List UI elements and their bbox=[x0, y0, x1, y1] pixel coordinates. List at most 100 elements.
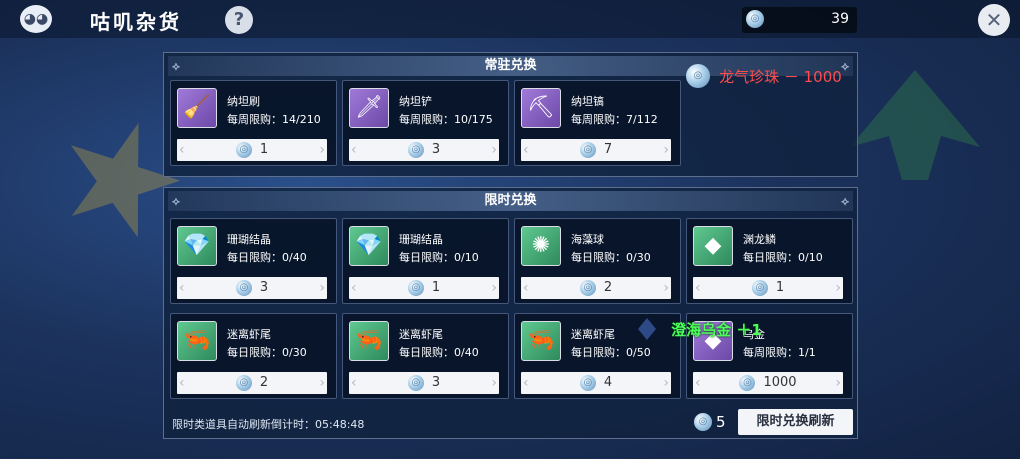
item-purchase-limit: 每日限购：0/50 bbox=[571, 346, 651, 359]
item-price-button[interactable]: ‹ ◎ 7 › bbox=[521, 139, 671, 161]
item-price-button[interactable]: ‹ ◎ 1 › bbox=[693, 277, 843, 299]
item-price-button[interactable]: ‹ ◎ 1 › bbox=[349, 277, 499, 299]
shop-logo-icon: ◕◕ bbox=[20, 5, 52, 33]
pearl-coin-icon: ◎ bbox=[739, 374, 756, 391]
ornament-right-icon: ⟡ bbox=[841, 59, 849, 73]
chevron-right-icon: › bbox=[491, 375, 497, 391]
item-icon: 🗡 bbox=[349, 88, 389, 128]
chevron-left-icon: ‹ bbox=[695, 280, 701, 296]
item-price: 2 bbox=[603, 280, 613, 295]
chevron-left-icon: ‹ bbox=[351, 280, 357, 296]
item-name: 纳坦镐 bbox=[571, 95, 604, 108]
item-icon: 💎 bbox=[177, 226, 217, 266]
item-purchase-limit: 每周限购：7/112 bbox=[571, 113, 658, 126]
item-price: 1 bbox=[431, 280, 441, 295]
item-purchase-limit: 每日限购：0/40 bbox=[399, 346, 479, 359]
top-bar: ◕◕ 咕叽杂货 ? ◎ 39 ✕ bbox=[0, 0, 1020, 38]
limited-panel-title: 限时兑换 bbox=[484, 193, 537, 208]
chevron-right-icon: › bbox=[491, 142, 497, 158]
chevron-right-icon: › bbox=[319, 375, 325, 391]
currency-amount: 39 bbox=[831, 11, 849, 27]
pearl-coin-icon: ◎ bbox=[751, 279, 768, 296]
item-purchase-limit: 每日限购：0/40 bbox=[227, 251, 307, 264]
item-price: 7 bbox=[603, 142, 613, 157]
item-price-button[interactable]: ‹ ◎ 3 › bbox=[349, 372, 499, 394]
item-icon: 🦐 bbox=[177, 321, 217, 361]
item-icon: ⛏ bbox=[521, 88, 561, 128]
chevron-right-icon: › bbox=[319, 142, 325, 158]
pearl-coin-icon: ◎ bbox=[235, 141, 252, 158]
item-purchase-limit: 每日限购：0/10 bbox=[743, 251, 823, 264]
help-button[interactable]: ? bbox=[225, 6, 253, 34]
limited-exchange-panel: ⟡ 限时兑换 ⟡ 💎 珊瑚结晶 每日限购：0/40 ‹ ◎ 3 › 💎 珊瑚结晶 每日限购：0/1… bbox=[163, 187, 858, 439]
chevron-right-icon: › bbox=[319, 280, 325, 296]
shop-item-card[interactable]: 💎 珊瑚结晶 每日限购：0/40 ‹ ◎ 3 › bbox=[170, 218, 337, 304]
shop-item-card[interactable]: 🗡 纳坦铲 每周限购：10/175 ‹ ◎ 3 › bbox=[342, 80, 509, 166]
pearl-coin-icon: ◎ bbox=[407, 279, 424, 296]
item-price: 2 bbox=[259, 375, 269, 390]
item-price-button[interactable]: ‹ ◎ 3 › bbox=[349, 139, 499, 161]
permanent-panel-title: 常驻兑换 bbox=[484, 58, 537, 73]
shop-item-card[interactable]: 🧹 纳坦刷 每周限购：14/210 ‹ ◎ 1 › bbox=[170, 80, 337, 166]
item-name: 纳坦铲 bbox=[399, 95, 432, 108]
item-name: 珊瑚结晶 bbox=[399, 233, 443, 246]
item-price-button[interactable]: ‹ ◎ 2 › bbox=[177, 372, 327, 394]
item-price-button[interactable]: ‹ ◎ 1000 › bbox=[693, 372, 843, 394]
shop-item-card[interactable]: ✺ 海藻球 每日限购：0/30 ‹ ◎ 2 › bbox=[514, 218, 681, 304]
item-purchase-limit: 每日限购：0/10 bbox=[399, 251, 479, 264]
item-purchase-limit: 每周限购：14/210 bbox=[227, 113, 321, 126]
shop-item-card[interactable]: 💎 珊瑚结晶每日限购：0/10 ‹ ◎ 1 › bbox=[342, 218, 509, 304]
item-purchase-limit: 每日限购：0/30 bbox=[227, 346, 307, 359]
item-price-button[interactable]: ‹ ◎ 2 › bbox=[521, 277, 671, 299]
item-icon: 🦐 bbox=[521, 321, 561, 361]
close-button[interactable]: ✕ bbox=[978, 4, 1010, 36]
pearl-coin-icon: ◎ bbox=[579, 279, 596, 296]
shop-item-card[interactable]: ◆ 渊龙鳞 每日限购：0/10 ‹ ◎ 1 › bbox=[686, 218, 853, 304]
chevron-right-icon: › bbox=[663, 375, 669, 391]
chevron-left-icon: ‹ bbox=[179, 142, 185, 158]
shop-title: 咕叽杂货 bbox=[90, 10, 182, 34]
pearl-coin-icon: ◎ bbox=[579, 141, 596, 158]
shop-item-card[interactable]: 🦐 迷离虾尾 每日限购：0/40 ‹ ◎ 3 › bbox=[342, 313, 509, 399]
pearl-coin-icon: ◎ bbox=[407, 374, 424, 391]
shop-item-card[interactable]: ⛏ 纳坦镐 每周限购：7/112 ‹ ◎ 7 › bbox=[514, 80, 681, 166]
chevron-right-icon: › bbox=[491, 280, 497, 296]
dragon-pearl-icon: ◎ bbox=[686, 64, 710, 88]
black-gold-icon bbox=[638, 318, 656, 340]
chevron-left-icon: ‹ bbox=[695, 375, 701, 391]
item-price-button[interactable]: ‹ ◎ 3 › bbox=[177, 277, 327, 299]
item-icon: 🧹 bbox=[177, 88, 217, 128]
spend-notification-text: 龙气珍珠 － 1000 bbox=[719, 67, 842, 86]
item-price: 3 bbox=[431, 142, 441, 157]
chevron-left-icon: ‹ bbox=[523, 280, 529, 296]
chevron-right-icon: › bbox=[663, 142, 669, 158]
item-price: 3 bbox=[431, 375, 441, 390]
item-purchase-limit: 每日限购：0/30 bbox=[571, 251, 651, 264]
item-name: 纳坦刷 bbox=[227, 95, 260, 108]
chevron-right-icon: › bbox=[663, 280, 669, 296]
pearl-coin-icon: ◎ bbox=[694, 413, 712, 431]
item-name: 迷离虾尾 bbox=[571, 328, 615, 341]
item-name: 渊龙鳞 bbox=[743, 233, 776, 246]
limited-refresh-button[interactable]: 限时兑换刷新 bbox=[738, 409, 853, 435]
shop-item-card[interactable]: 🦐 迷离虾尾每日限购：0/30 ‹ ◎ 2 › bbox=[170, 313, 337, 399]
item-price-button[interactable]: ‹ ◎ 1 › bbox=[177, 139, 327, 161]
pearl-coin-icon: ◎ bbox=[235, 279, 252, 296]
pearl-coin-icon: ◎ bbox=[407, 141, 424, 158]
item-name: 迷离虾尾 bbox=[227, 328, 271, 341]
item-purchase-limit: 每周限购：1/1 bbox=[743, 346, 816, 359]
item-name: 海藻球 bbox=[571, 233, 604, 246]
refresh-cost: 5 bbox=[716, 413, 726, 431]
chevron-right-icon: › bbox=[835, 375, 841, 391]
pearl-coin-icon: ◎ bbox=[746, 10, 764, 28]
chevron-left-icon: ‹ bbox=[179, 375, 185, 391]
ornament-left-icon: ⟡ bbox=[172, 59, 180, 73]
item-price: 4 bbox=[603, 375, 613, 390]
chevron-right-icon: › bbox=[835, 280, 841, 296]
gain-notification-text: 澄海乌金 ＋1 bbox=[671, 320, 762, 339]
item-icon: 💎 bbox=[349, 226, 389, 266]
pearl-coin-icon: ◎ bbox=[235, 374, 252, 391]
item-price-button[interactable]: ‹ ◎ 4 › bbox=[521, 372, 671, 394]
chevron-left-icon: ‹ bbox=[351, 375, 357, 391]
chevron-left-icon: ‹ bbox=[351, 142, 357, 158]
